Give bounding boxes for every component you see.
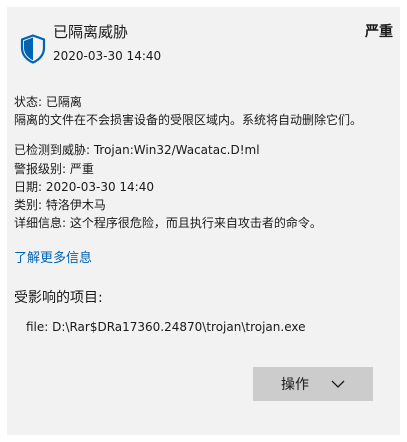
alert-level: 警报级别: 严重	[14, 162, 94, 176]
chevron-down-icon	[331, 380, 345, 388]
learn-more-link[interactable]: 了解更多信息	[14, 250, 92, 268]
status-description: 隔离的文件在不会损害设备的受限区域内。系统将自动删除它们。	[14, 113, 363, 127]
status-line: 状态: 已隔离	[14, 95, 82, 109]
detail-date: 日期: 2020-03-30 14:40	[14, 180, 154, 194]
detected-threat: 已检测到威胁: Trojan:Win32/Wacatac.D!ml	[14, 143, 260, 157]
actions-button[interactable]: 操作	[253, 367, 373, 401]
threat-title: 已隔离威胁	[53, 23, 129, 41]
threat-date: 2020-03-30 14:40	[53, 49, 162, 63]
affected-file-path: file: D:\Rar$DRa17360.24870\trojan\troja…	[26, 320, 306, 334]
shield-icon	[20, 34, 46, 64]
actions-button-label: 操作	[281, 376, 309, 392]
category: 类别: 特洛伊木马	[14, 198, 106, 212]
detail-info: 详细信息: 这个程序很危险，而且执行来自攻击者的命令。	[14, 216, 322, 230]
severity-label: 严重	[365, 24, 393, 40]
affected-items-heading: 受影响的项目:	[14, 290, 103, 306]
threat-card: 已隔离威胁 2020-03-30 14:40 严重 状态: 已隔离 隔离的文件在…	[7, 7, 400, 435]
